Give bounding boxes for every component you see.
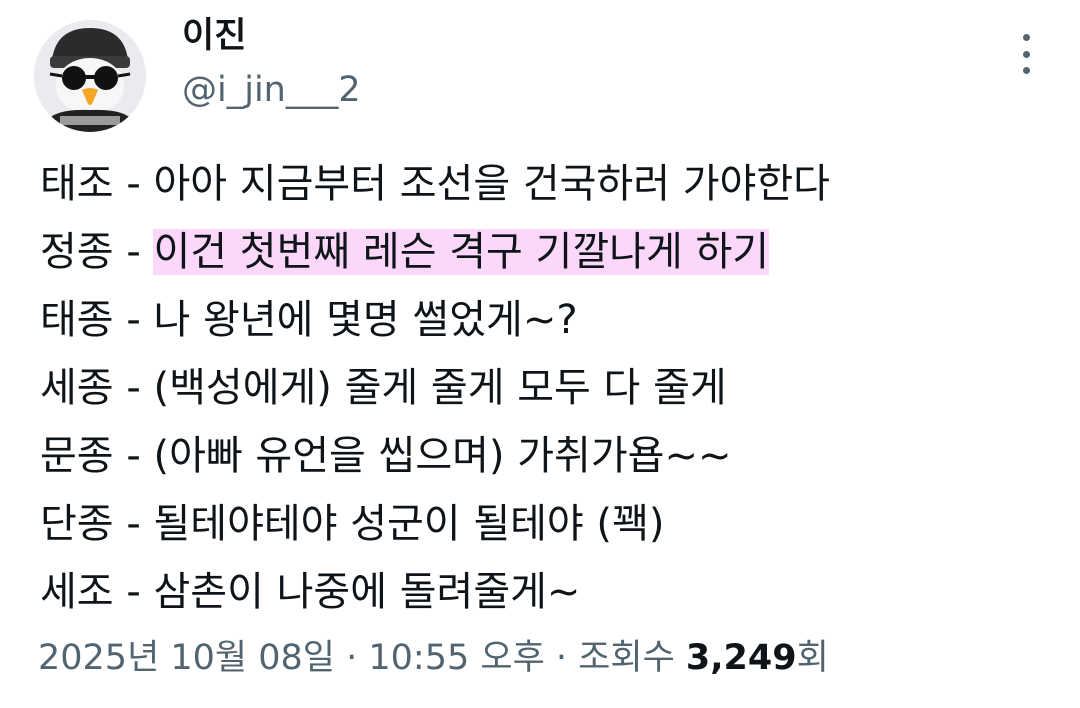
post-line: 정종 - 이건 첫번째 레슨 격구 기깔나게 하기 xyxy=(40,218,1060,286)
king-name: 단종 xyxy=(40,501,114,547)
post-line: 태조 - 아아 지금부터 조선을 건국하러 가야한다 xyxy=(40,150,1060,218)
post-time[interactable]: 10:55 오후 xyxy=(368,638,544,678)
separator: - xyxy=(113,433,154,479)
views-suffix: 회 xyxy=(796,638,829,678)
king-name: 문종 xyxy=(40,433,114,479)
king-name: 세종 xyxy=(40,365,114,411)
king-name: 태종 xyxy=(40,297,114,343)
avatar[interactable] xyxy=(34,20,146,132)
separator: - xyxy=(113,365,154,411)
highlighted-line-text: 이건 첫번째 레슨 격구 기깔나게 하기 xyxy=(153,229,770,275)
post-line: 태종 - 나 왕년에 몇명 썰었게~? xyxy=(40,286,1060,354)
display-name[interactable]: 이진 xyxy=(182,14,246,58)
user-handle[interactable]: @i_jin___2 xyxy=(182,68,361,112)
more-dot xyxy=(1022,50,1030,58)
post-meta: 2025년 10월 08일 · 10:55 오후 · 조회수 3,249회 xyxy=(38,634,829,682)
king-name: 정종 xyxy=(40,229,114,275)
penguin-with-sunglasses-avatar xyxy=(34,20,146,132)
separator: - xyxy=(113,501,154,547)
line-text: 나 왕년에 몇명 썰었게~? xyxy=(153,297,578,343)
separator: - xyxy=(113,569,154,615)
post-body: 태조 - 아아 지금부터 조선을 건국하러 가야한다 정종 - 이건 첫번째 레… xyxy=(40,150,1060,626)
line-text: 아아 지금부터 조선을 건국하러 가야한다 xyxy=(153,161,830,207)
views-label: 조회수 xyxy=(578,638,686,678)
line-text: (아빠 유언을 씹으며) 가취가욥~~ xyxy=(153,433,732,479)
post-date[interactable]: 2025년 10월 08일 xyxy=(38,638,335,678)
more-dot xyxy=(1022,34,1030,41)
line-text: 될테야테야 성군이 될테야 (꽥) xyxy=(153,501,665,547)
post-line: 세조 - 삼촌이 나중에 돌려줄게~ xyxy=(40,558,1060,626)
separator: - xyxy=(113,297,154,343)
meta-separator: · xyxy=(335,638,369,678)
more-options-icon[interactable] xyxy=(1014,34,1038,74)
meta-separator: · xyxy=(544,638,579,678)
views-count: 3,249 xyxy=(685,638,797,678)
king-name: 세조 xyxy=(40,569,114,615)
more-dot xyxy=(1022,67,1030,74)
king-name: 태조 xyxy=(40,161,114,207)
separator: - xyxy=(113,229,154,275)
post-line: 세종 - (백성에게) 줄게 줄게 모두 다 줄게 xyxy=(40,354,1060,422)
line-text: (백성에게) 줄게 줄게 모두 다 줄게 xyxy=(153,365,727,411)
post-line: 문종 - (아빠 유언을 씹으며) 가취가욥~~ xyxy=(40,422,1060,490)
separator: - xyxy=(113,161,154,207)
line-text: 삼촌이 나중에 돌려줄게~ xyxy=(153,569,581,615)
post-line: 단종 - 될테야테야 성군이 될테야 (꽥) xyxy=(40,490,1060,558)
